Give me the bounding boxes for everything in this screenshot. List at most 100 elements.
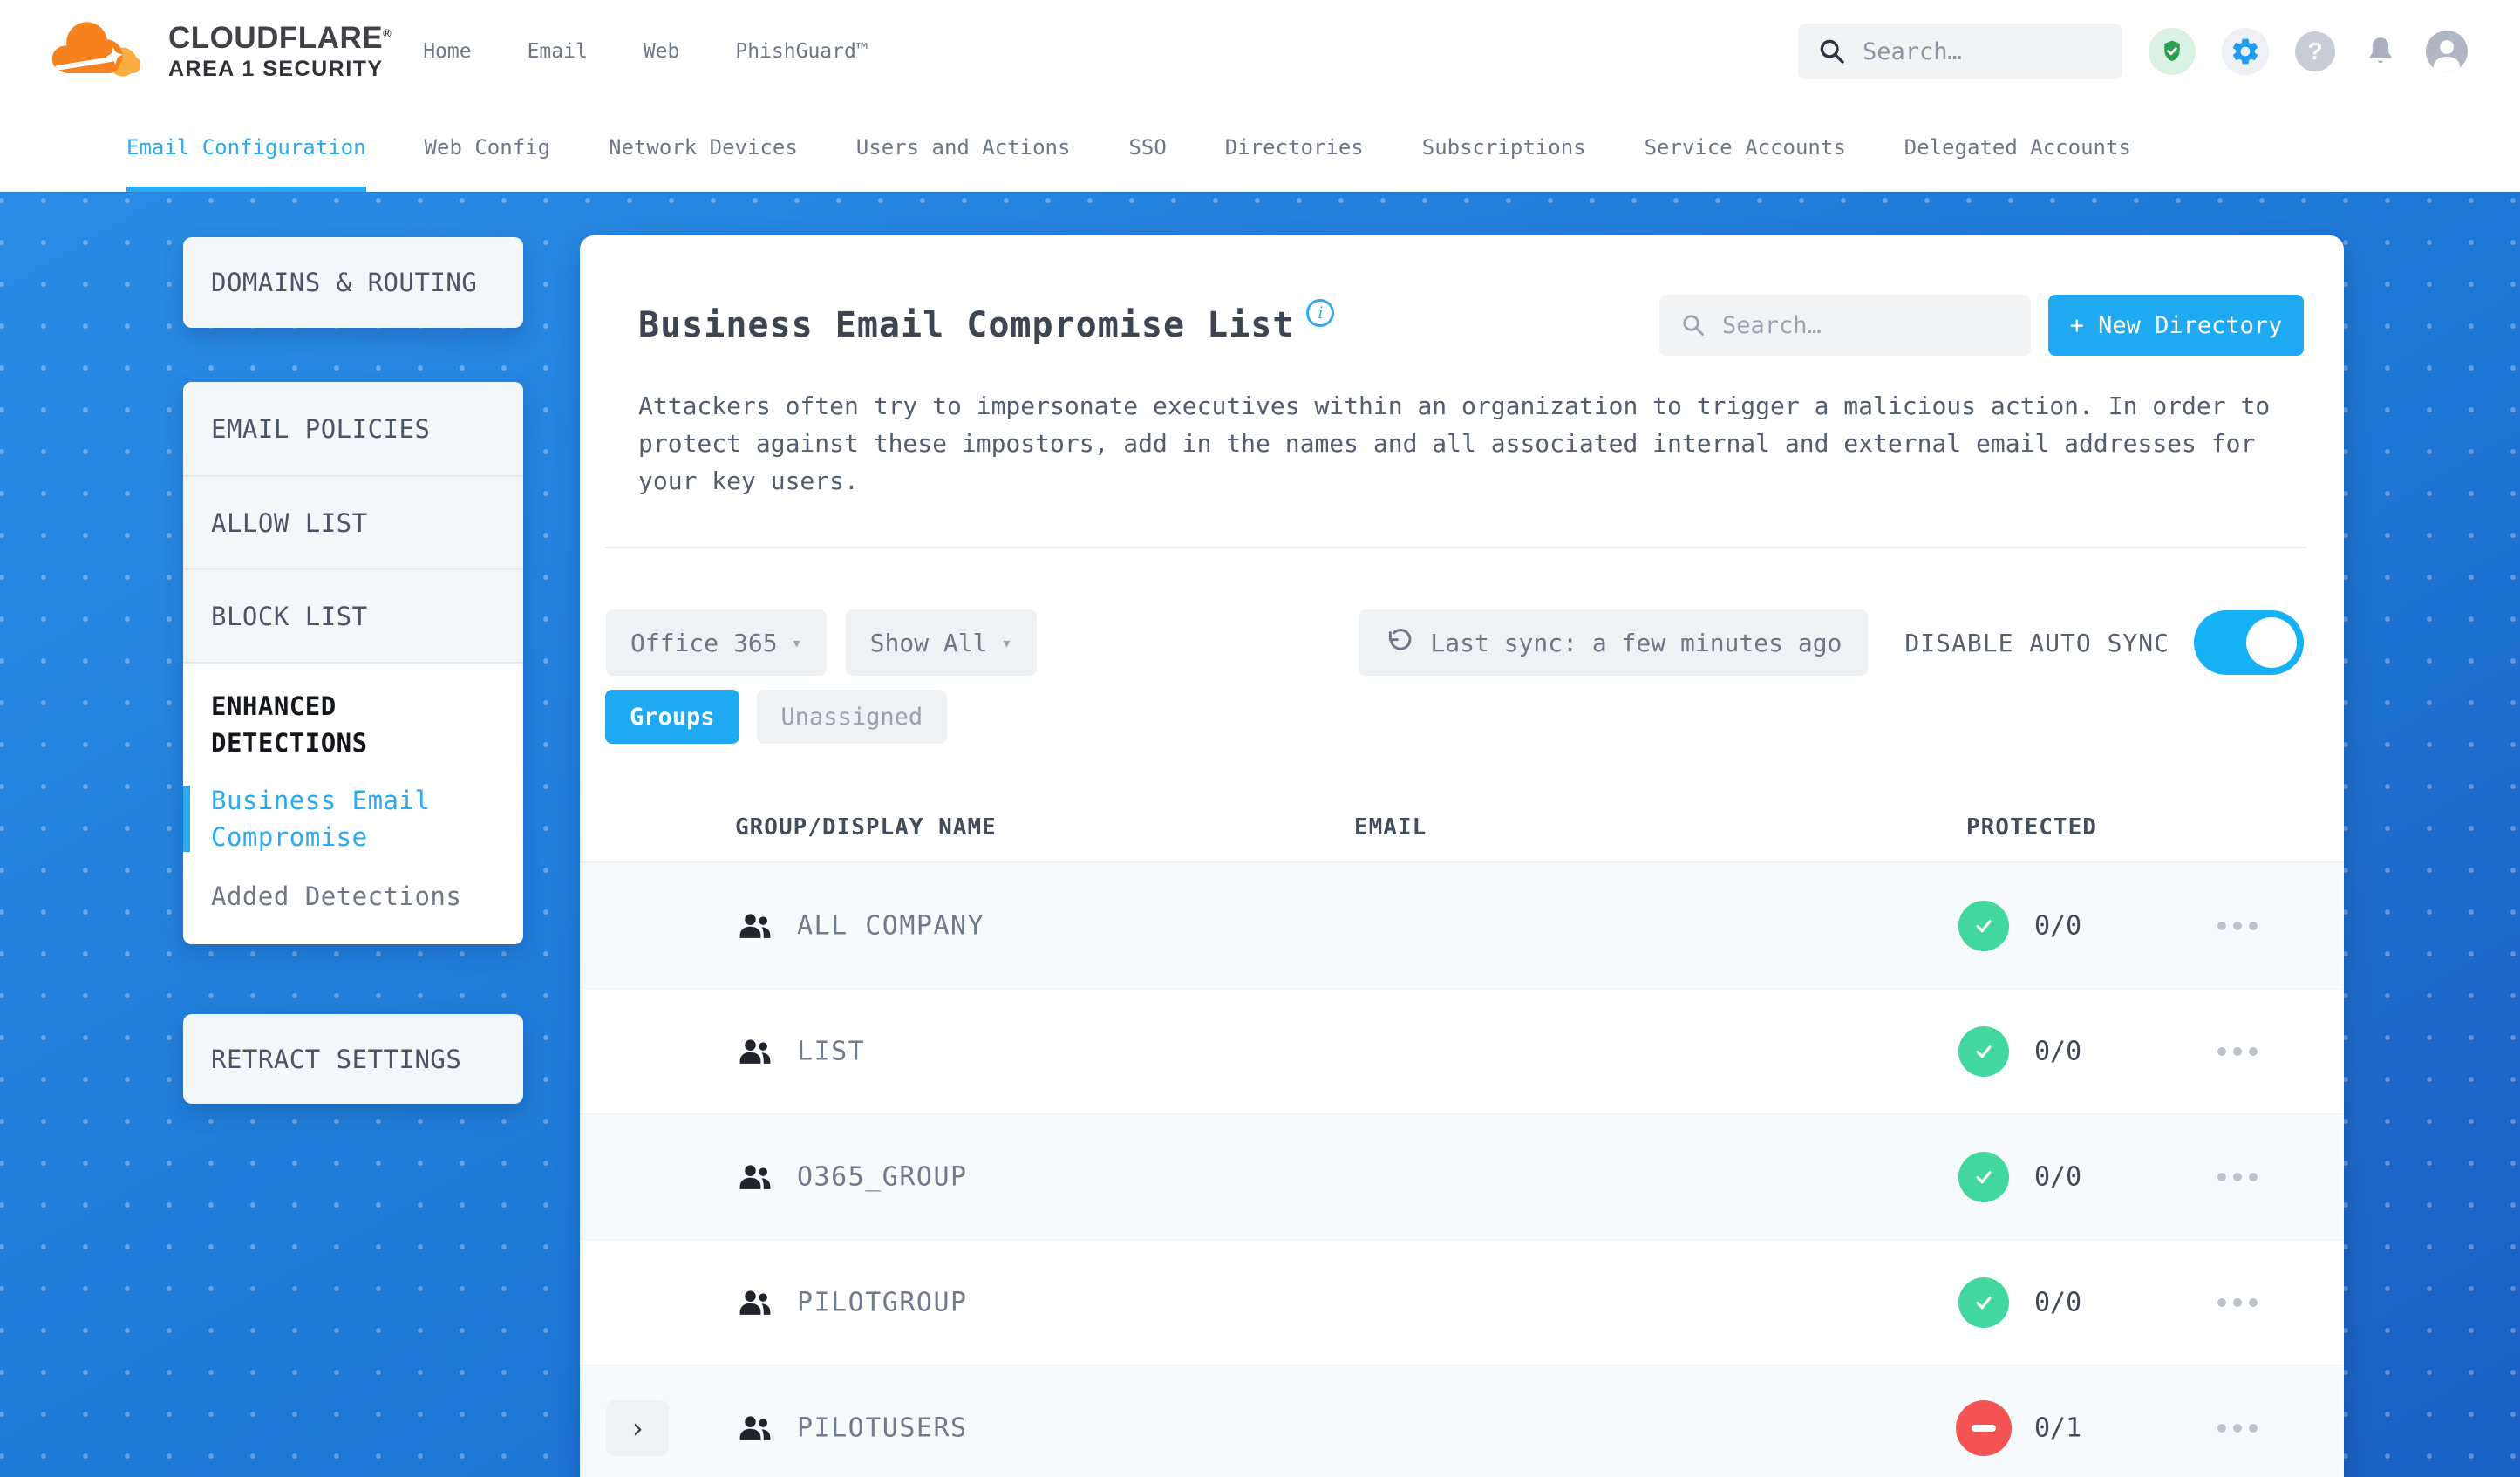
nav-item-web[interactable]: Web bbox=[644, 40, 680, 63]
minus-badge bbox=[1956, 1399, 2012, 1456]
tab-delegated-accounts[interactable]: Delegated Accounts bbox=[1904, 103, 2131, 192]
global-search-input[interactable] bbox=[1863, 37, 2103, 65]
row-menu-button[interactable] bbox=[2217, 1297, 2258, 1307]
sidebar-card-domains: DOMAINS & ROUTING bbox=[183, 237, 523, 328]
primary-nav: Home Email Web PhishGuard™ bbox=[423, 40, 868, 63]
directory-dropdown[interactable]: Office 365 ▾ bbox=[606, 609, 827, 677]
table-row[interactable]: LIST 0/0 bbox=[580, 988, 2344, 1113]
question-mark-icon: ? bbox=[2307, 37, 2323, 65]
list-search[interactable] bbox=[1659, 295, 2031, 356]
content-area: DOMAINS & ROUTING EMAIL POLICIES ALLOW L… bbox=[0, 192, 2520, 1477]
table-row[interactable]: ALL COMPANY 0/0 bbox=[580, 862, 2344, 989]
check-badge bbox=[1958, 1276, 2009, 1328]
sidebar-item-block-list[interactable]: BLOCK LIST bbox=[183, 568, 523, 662]
config-tabbar: Email Configuration Web Config Network D… bbox=[0, 103, 2520, 192]
check-badge bbox=[1958, 900, 2009, 951]
page-description: Attackers often try to impersonate execu… bbox=[638, 391, 2271, 496]
tab-unassigned[interactable]: Unassigned bbox=[756, 690, 948, 745]
user-account-button[interactable] bbox=[2426, 31, 2468, 72]
tab-subscriptions[interactable]: Subscriptions bbox=[1422, 103, 1586, 192]
global-search[interactable] bbox=[1798, 24, 2122, 79]
security-status-button[interactable] bbox=[2149, 28, 2196, 75]
registered-mark: ® bbox=[383, 25, 392, 39]
brand-subtitle: AREA 1 SECURITY bbox=[168, 57, 384, 82]
cloudflare-logo[interactable]: CLOUDFLARE® AREA 1 SECURITY bbox=[48, 14, 392, 89]
toggle-knob bbox=[2246, 617, 2297, 669]
main-panel: Business Email Compromise List i + New D… bbox=[580, 235, 2344, 1477]
tab-network-devices[interactable]: Network Devices bbox=[609, 103, 798, 192]
protected-count: 0/0 bbox=[2034, 1287, 2082, 1318]
auto-sync-toggle[interactable] bbox=[2194, 610, 2304, 676]
brand-text: CLOUDFLARE® AREA 1 SECURITY bbox=[168, 20, 392, 82]
top-right-controls: ? bbox=[1798, 24, 2468, 79]
sidebar-item-allow-list[interactable]: ALLOW LIST bbox=[183, 475, 523, 568]
refresh-icon bbox=[1385, 628, 1414, 657]
view-tabs: Groups Unassigned bbox=[605, 690, 2304, 745]
row-menu-button[interactable] bbox=[2217, 1046, 2258, 1056]
tab-web-config[interactable]: Web Config bbox=[425, 103, 551, 192]
groups-table: GROUP/DISPLAY NAME EMAIL PROTECTED ALL C… bbox=[580, 793, 2344, 1477]
sidebar-item-domains-routing[interactable]: DOMAINS & ROUTING bbox=[183, 237, 523, 328]
table-row[interactable]: O365_GROUP 0/0 bbox=[580, 1113, 2344, 1240]
sidebar-item-email-policies[interactable]: EMAIL POLICIES bbox=[183, 382, 523, 475]
group-name: O365_GROUP bbox=[797, 1161, 968, 1193]
disable-auto-sync-label: DISABLE AUTO SYNC bbox=[1904, 628, 2169, 657]
divider bbox=[604, 547, 2307, 549]
nav-item-email[interactable]: Email bbox=[528, 40, 588, 63]
table-row[interactable]: › PILOTUSERS 0/1 bbox=[580, 1365, 2344, 1477]
nav-item-phishguard[interactable]: PhishGuard™ bbox=[735, 40, 868, 63]
sidebar-item-retract-settings[interactable]: RETRACT SETTINGS bbox=[183, 1014, 523, 1104]
tab-users-and-actions[interactable]: Users and Actions bbox=[856, 103, 1071, 192]
group-name: PILOTUSERS bbox=[797, 1412, 968, 1444]
group-icon bbox=[736, 1411, 776, 1446]
cloudflare-cloud-icon bbox=[48, 14, 154, 89]
group-icon bbox=[736, 1160, 776, 1195]
chevron-down-icon: ▾ bbox=[1001, 632, 1012, 654]
nav-item-home[interactable]: Home bbox=[423, 40, 471, 63]
tab-service-accounts[interactable]: Service Accounts bbox=[1645, 103, 1846, 192]
group-icon bbox=[736, 1285, 776, 1320]
check-badge bbox=[1958, 1025, 2009, 1077]
panel-header: Business Email Compromise List i + New D… bbox=[638, 295, 2304, 356]
table-row[interactable]: PILOTGROUP 0/0 bbox=[580, 1239, 2344, 1365]
group-name: LIST bbox=[797, 1036, 866, 1067]
show-filter-dropdown[interactable]: Show All ▾ bbox=[845, 609, 1037, 677]
sidebar-section-enhanced-detections: ENHANCED DETECTIONS Business Email Compr… bbox=[183, 662, 523, 945]
tab-sso[interactable]: SSO bbox=[1128, 103, 1166, 192]
check-badge bbox=[1958, 1151, 2009, 1202]
column-header-group-display-name: GROUP/DISPLAY NAME bbox=[735, 813, 997, 841]
tab-directories[interactable]: Directories bbox=[1225, 103, 1364, 192]
tab-groups[interactable]: Groups bbox=[605, 690, 739, 745]
info-icon[interactable]: i bbox=[1306, 299, 1335, 327]
search-icon bbox=[1680, 312, 1706, 338]
filters-row: Office 365 ▾ Show All ▾ Last sync: a few… bbox=[606, 609, 2304, 677]
sidebar-item-business-email-compromise[interactable]: Business Email Compromise bbox=[183, 782, 495, 855]
tab-email-configuration[interactable]: Email Configuration bbox=[126, 103, 366, 192]
row-menu-button[interactable] bbox=[2217, 1423, 2258, 1433]
page-title: Business Email Compromise List bbox=[638, 305, 1295, 345]
row-menu-button[interactable] bbox=[2217, 1172, 2258, 1181]
sidebar-item-enhanced-detections[interactable]: ENHANCED DETECTIONS bbox=[211, 688, 495, 761]
row-menu-button[interactable] bbox=[2217, 921, 2258, 930]
brand-name: CLOUDFLARE bbox=[168, 20, 384, 55]
settings-gear-button[interactable] bbox=[2222, 28, 2269, 75]
last-sync-label: Last sync: a few minutes ago bbox=[1430, 628, 1842, 657]
chevron-down-icon: ▾ bbox=[791, 632, 802, 654]
protected-count: 0/0 bbox=[2034, 910, 2082, 942]
expand-row-button[interactable]: › bbox=[606, 1399, 669, 1456]
protected-count: 0/0 bbox=[2034, 1036, 2082, 1067]
help-button[interactable]: ? bbox=[2295, 31, 2335, 71]
sidebar-card-policies: EMAIL POLICIES ALLOW LIST BLOCK LIST ENH… bbox=[183, 382, 523, 945]
notifications-bell-button[interactable] bbox=[2361, 32, 2400, 71]
sidebar-card-retract: RETRACT SETTINGS bbox=[183, 1014, 523, 1104]
new-directory-button[interactable]: + New Directory bbox=[2048, 295, 2304, 356]
group-icon bbox=[736, 1034, 776, 1069]
last-sync-button[interactable]: Last sync: a few minutes ago bbox=[1359, 609, 1869, 677]
protected-count: 0/0 bbox=[2034, 1161, 2082, 1193]
directory-dropdown-value: Office 365 bbox=[630, 628, 778, 657]
search-icon bbox=[1817, 37, 1847, 66]
show-filter-value: Show All bbox=[869, 628, 988, 657]
sidebar-item-added-detections[interactable]: Added Detections bbox=[211, 881, 495, 911]
group-name: ALL COMPANY bbox=[797, 910, 985, 942]
list-search-input[interactable] bbox=[1722, 311, 2010, 339]
